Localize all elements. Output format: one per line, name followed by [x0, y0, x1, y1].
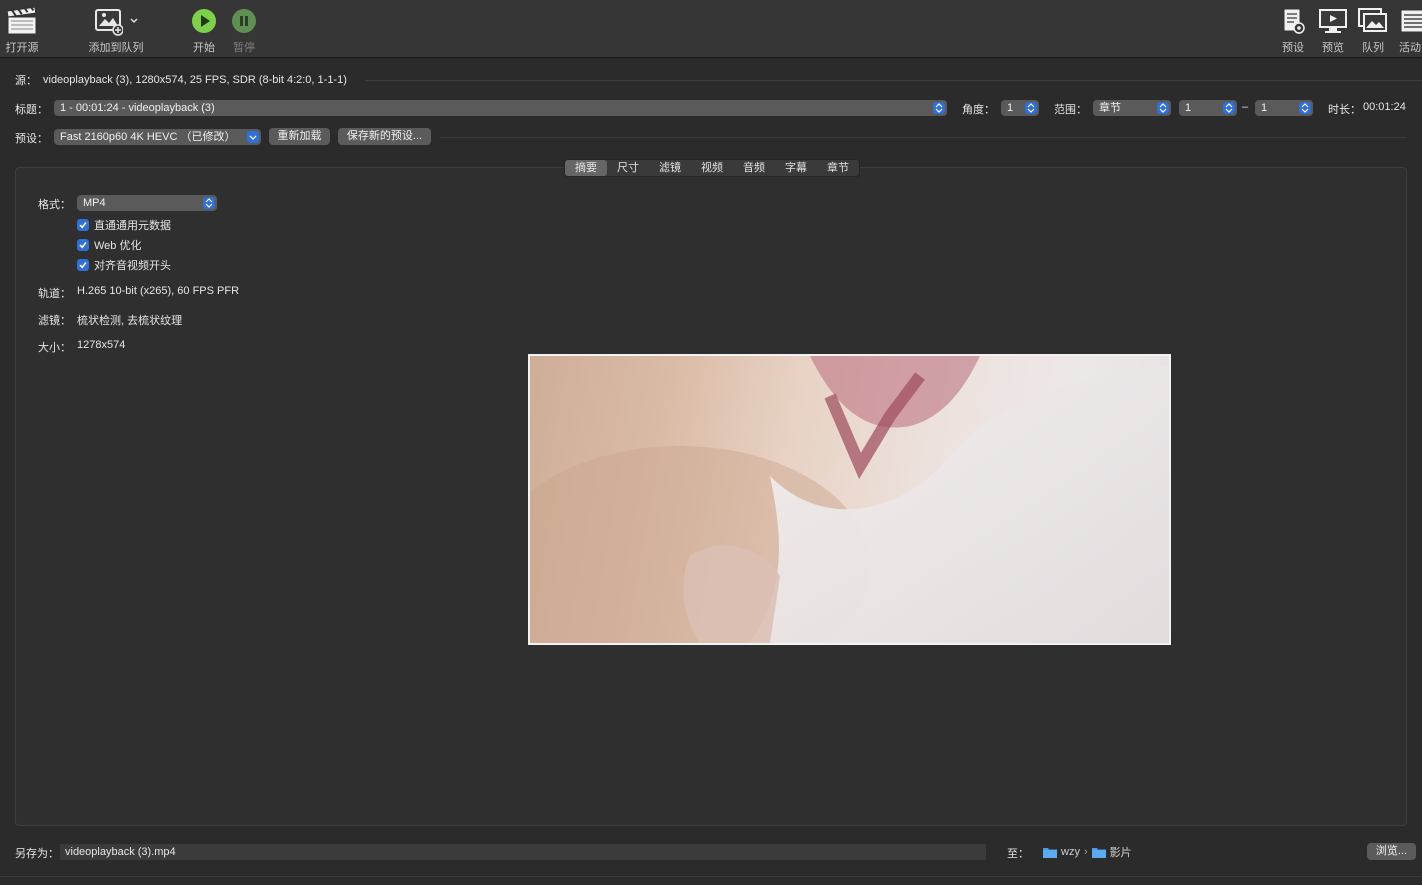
duration-label: 时长：: [1328, 104, 1361, 116]
filters-label: 滤镜：: [38, 315, 71, 327]
add-to-queue-label: 添加到队列: [88, 42, 144, 54]
add-to-queue-button[interactable]: 添加到队列: [86, 4, 146, 56]
pause-icon: [231, 4, 257, 38]
align-av-start-checkbox[interactable]: 对齐音视频开头: [77, 257, 171, 273]
divider: [364, 79, 1422, 81]
popup-arrows-icon: [933, 102, 945, 114]
range-label: 范围：: [1054, 104, 1087, 116]
format-popup[interactable]: MP4: [77, 195, 217, 211]
divider: [0, 876, 1422, 877]
format-label: 格式：: [38, 199, 71, 211]
chevron-down-icon: [247, 131, 259, 143]
queue-icon: [1357, 4, 1389, 38]
checkbox-label: 对齐音视频开头: [94, 260, 171, 272]
browse-button[interactable]: 浏览...: [1367, 843, 1416, 860]
tab-bar: 摘要 尺寸 滤镜 视频 音频 字幕 章节: [564, 159, 860, 177]
tracks-value: H.265 10-bit (x265), 60 FPS PFR: [77, 285, 240, 297]
path-user: wzy: [1061, 846, 1080, 858]
tracks-label: 轨道：: [38, 288, 71, 300]
popup-arrows-icon: [203, 197, 215, 209]
checkbox-label: Web 优化: [94, 240, 142, 252]
popup-arrows-icon: [1223, 102, 1235, 114]
save-new-preset-button[interactable]: 保存新的预设...: [338, 128, 431, 145]
size-value: 1278x574: [77, 339, 126, 351]
queue-label: 队列: [1362, 42, 1384, 54]
tab-subtitles[interactable]: 字幕: [775, 160, 817, 176]
path-separator: ›: [1083, 846, 1088, 858]
divider: [440, 137, 1407, 138]
preset-popup-value: Fast 2160p60 4K HEVC （已修改）: [60, 131, 236, 143]
size-label: 大小：: [38, 342, 71, 354]
tab-audio[interactable]: 音频: [733, 160, 775, 176]
angle-label: 角度：: [962, 104, 995, 116]
chevron-down-icon[interactable]: [129, 16, 139, 26]
toolbar: 打开源 添加到队列 开始 暂停 预设 预览 队列 活动: [0, 0, 1422, 58]
activity-button[interactable]: 活动: [1399, 4, 1422, 56]
popup-arrows-icon: [1025, 102, 1037, 114]
open-source-label: 打开源: [5, 42, 39, 54]
presets-label: 预设: [1282, 42, 1304, 54]
range-dash: –: [1242, 101, 1249, 113]
play-icon: [191, 4, 217, 38]
angle-popup[interactable]: 1: [1001, 100, 1039, 116]
range-from-popup[interactable]: 1: [1179, 100, 1237, 116]
duration-value: 00:01:24: [1363, 101, 1406, 113]
filename-value: videoplayback (3).mp4: [65, 846, 176, 858]
popup-arrows-icon: [1157, 102, 1169, 114]
folder-icon: [1091, 848, 1106, 858]
queue-button[interactable]: 队列: [1357, 4, 1389, 56]
filters-value: 梳状检测, 去梳状纹理: [77, 315, 183, 327]
clapperboard-icon: [6, 4, 38, 38]
title-popup-value: 1 - 00:01:24 - videoplayback (3): [60, 102, 215, 114]
open-source-button[interactable]: 打开源: [4, 4, 40, 56]
destination-label: 至：: [1007, 848, 1029, 860]
range-from-value: 1: [1185, 102, 1192, 114]
pause-label: 暂停: [233, 42, 255, 54]
range-to-value: 1: [1261, 102, 1268, 114]
pause-button[interactable]: 暂停: [229, 4, 259, 56]
checkbox-label: 直通通用元数据: [94, 220, 171, 232]
checkbox-checked-icon[interactable]: [77, 219, 89, 231]
angle-popup-value: 1: [1007, 102, 1014, 114]
presets-icon: [1280, 4, 1306, 38]
tab-chapters[interactable]: 章节: [817, 160, 859, 176]
title-popup[interactable]: 1 - 00:01:24 - videoplayback (3): [54, 100, 947, 116]
source-label: 源：: [15, 75, 37, 87]
popup-arrows-icon: [1299, 102, 1311, 114]
range-type-popup[interactable]: 章节: [1093, 100, 1171, 116]
preview-frame-art: [530, 356, 1169, 643]
preview-button[interactable]: 预览: [1317, 4, 1349, 56]
folder-icon: [1043, 848, 1057, 858]
activity-icon: [1399, 4, 1422, 38]
checkbox-checked-icon[interactable]: [77, 239, 89, 251]
preview-image: [528, 354, 1171, 645]
web-optimize-checkbox[interactable]: Web 优化: [77, 237, 141, 253]
title-label: 标题：: [15, 104, 48, 116]
add-to-queue-icon: [95, 9, 123, 36]
tab-summary[interactable]: 摘要: [565, 160, 607, 176]
path-control[interactable]: wzy › 影片: [1043, 844, 1132, 860]
range-to-popup[interactable]: 1: [1255, 100, 1313, 116]
tab-filters[interactable]: 滤镜: [649, 160, 691, 176]
passthru-metadata-checkbox[interactable]: 直通通用元数据: [77, 217, 171, 233]
path-folder: 影片: [1109, 847, 1132, 859]
tab-dimensions[interactable]: 尺寸: [607, 160, 649, 176]
range-type-value: 章节: [1099, 102, 1121, 114]
tab-video[interactable]: 视频: [691, 160, 733, 176]
reload-button[interactable]: 重新加载: [269, 128, 330, 145]
source-value: videoplayback (3), 1280x574, 25 FPS, SDR…: [43, 74, 347, 86]
format-popup-value: MP4: [83, 197, 106, 209]
preset-label: 预设：: [15, 133, 48, 145]
monitor-icon: [1318, 4, 1348, 38]
preview-label: 预览: [1322, 42, 1344, 54]
presets-button[interactable]: 预设: [1279, 4, 1307, 56]
source-row: 源： videoplayback (3), 1280x574, 25 FPS, …: [0, 72, 1422, 88]
start-button[interactable]: 开始: [189, 4, 219, 56]
filename-field[interactable]: videoplayback (3).mp4: [60, 844, 986, 860]
checkbox-checked-icon[interactable]: [77, 259, 89, 271]
preset-popup[interactable]: Fast 2160p60 4K HEVC （已修改）: [54, 129, 261, 145]
activity-label: 活动: [1399, 42, 1421, 54]
start-label: 开始: [193, 42, 215, 54]
save-as-label: 另存为：: [15, 848, 59, 860]
